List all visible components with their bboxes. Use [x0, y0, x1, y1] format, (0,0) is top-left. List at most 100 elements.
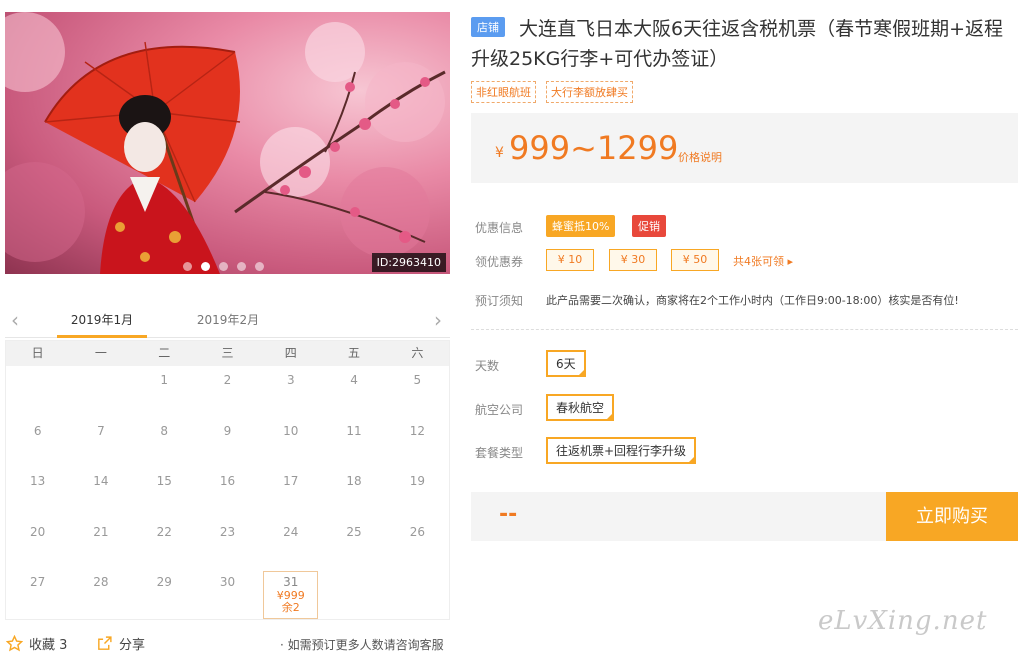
day-number: 26	[409, 524, 425, 539]
honey-discount-badge: 蜂蜜抵10%	[546, 215, 616, 237]
calendar-day: 12	[386, 417, 449, 468]
package-label: 套餐类型	[475, 446, 524, 460]
calendar-day: 7	[69, 417, 132, 468]
geisha-umbrella-illustration	[5, 12, 446, 274]
calendar-day: 6	[6, 417, 69, 468]
calendar-day-empty	[322, 568, 385, 619]
day-number: 14	[93, 474, 109, 488]
total-price-bar: --	[471, 492, 886, 541]
calendar-day: 29	[133, 568, 196, 619]
share-label: 分享	[119, 638, 146, 653]
carousel-dot[interactable]	[219, 262, 228, 271]
calendar-days: 1 2 3 4 5 6 7 8 9 10 11 12 13 14 15 16 17 18 19 20 21 22 23 24 2…	[6, 366, 449, 619]
total-price: --	[499, 502, 518, 527]
day-number: 21	[93, 524, 109, 539]
calendar-day: 16	[196, 467, 259, 518]
calendar-day: 9	[196, 417, 259, 468]
calendar-day: 2	[196, 366, 259, 417]
day-number: 16	[219, 474, 236, 488]
calendar-day-empty	[6, 366, 69, 417]
day-number: 15	[156, 474, 172, 488]
calendar-day: 23	[196, 518, 259, 569]
favorite-label: 收藏 3	[29, 638, 68, 653]
day-number: 11	[346, 423, 362, 438]
day-number: 13	[30, 474, 46, 488]
day-number: 6	[33, 423, 42, 438]
day-number: 22	[156, 524, 172, 539]
day-number: 8	[160, 423, 169, 438]
weekday-label: 日	[31, 346, 44, 360]
day-stock: 余2	[281, 601, 300, 614]
calendar-day: 20	[6, 518, 69, 569]
favorite-button[interactable]: 收藏 3	[6, 634, 67, 653]
day-number: 28	[93, 575, 109, 589]
coupon-more-link[interactable]: 共4张可领 ▸	[733, 253, 793, 269]
calendar-day: 1	[133, 366, 196, 417]
calendar-day: 5	[386, 366, 449, 417]
weekday-label: 二	[158, 346, 171, 360]
calendar-day-empty	[386, 568, 449, 619]
tab-month-feb[interactable]: 2019年2月	[183, 311, 273, 328]
day-number: 18	[346, 474, 362, 488]
contact-service-link[interactable]: · 如需预订更多人数请咨询客服	[280, 636, 444, 653]
day-number: 12	[409, 423, 425, 438]
buy-now-button[interactable]: 立即购买	[886, 492, 1018, 541]
product-title: 大连直飞日本大阪6天往返含税机票（春节寒假班期+返程升级25KG行李+可代办签证…	[471, 18, 1004, 70]
weekday-label: 六	[411, 346, 424, 360]
currency-symbol: ¥	[495, 145, 504, 161]
weekday-label: 一	[94, 346, 107, 360]
calendar-day: 21	[69, 518, 132, 569]
tab-month-jan[interactable]: 2019年1月	[57, 311, 147, 328]
option-airline[interactable]: 春秋航空	[546, 394, 615, 421]
product-tags: 非红眼航班 大行李额放肆买	[471, 81, 633, 103]
airline-label: 航空公司	[475, 403, 524, 417]
calendar-day: 22	[133, 518, 196, 569]
calendar-day: 14	[69, 467, 132, 518]
price-note-link[interactable]: 价格说明	[678, 149, 722, 165]
calendar-day: 11	[322, 417, 385, 468]
day-number: 7	[97, 423, 105, 438]
coupon-10[interactable]: ¥ 10	[546, 249, 594, 271]
chevron-right-icon[interactable]: ›	[434, 308, 442, 332]
day-number: 23	[219, 524, 236, 539]
option-package[interactable]: 往返机票+回程行李升级	[546, 437, 697, 464]
weekday-label: 三	[221, 346, 234, 360]
carousel-dot-active[interactable]	[201, 262, 210, 271]
day-number: 17	[283, 474, 299, 488]
carousel-dot[interactable]	[255, 262, 264, 271]
share-icon	[98, 636, 112, 650]
share-button[interactable]: 分享	[96, 634, 145, 653]
calendar-day: 3	[259, 366, 322, 417]
coupon-30[interactable]: ¥ 30	[609, 249, 657, 271]
product-image[interactable]: ID:2963410	[5, 12, 450, 274]
product-tag: 大行李额放肆买	[546, 81, 633, 103]
day-number: 24	[283, 524, 299, 539]
carousel-dot[interactable]	[183, 262, 192, 271]
date-calendar: 日 一 二 三 四 五 六 1 2 3 4 5 6 7 8 9 10 11 12 13 14 15 16 17 1…	[5, 340, 450, 620]
day-number: 4	[350, 373, 358, 387]
booking-notice: 此产品需要二次确认，商家将在2个工作小时内（工作日9:00-18:00）核实是否…	[546, 294, 959, 307]
weekday-label: 四	[284, 346, 297, 360]
day-number: 3	[286, 373, 295, 387]
calendar-day: 25	[322, 518, 385, 569]
option-days[interactable]: 6天	[546, 350, 586, 377]
price-panel: ¥ 999~1299 价格说明	[471, 113, 1018, 183]
calendar-day: 30	[196, 568, 259, 619]
day-number: 1	[160, 373, 169, 387]
price-range: 999~1299	[509, 129, 679, 167]
calendar-day: 15	[133, 467, 196, 518]
day-number: 5	[413, 373, 422, 387]
chevron-left-icon[interactable]: ‹	[11, 308, 19, 332]
calendar-day: 28	[69, 568, 132, 619]
day-number: 10	[283, 423, 299, 438]
product-tag: 非红眼航班	[471, 81, 536, 103]
carousel-dot[interactable]	[237, 262, 246, 271]
promo-badge: 促销	[632, 215, 666, 237]
day-number: 20	[30, 524, 46, 539]
star-icon	[6, 635, 23, 652]
calendar-weekday-header: 日 一 二 三 四 五 六	[6, 341, 449, 366]
calendar-day-available[interactable]: 31 ¥999 余2	[263, 571, 319, 619]
coupon-50[interactable]: ¥ 50	[671, 249, 719, 271]
section-divider	[471, 329, 1018, 330]
calendar-day: 8	[133, 417, 196, 468]
